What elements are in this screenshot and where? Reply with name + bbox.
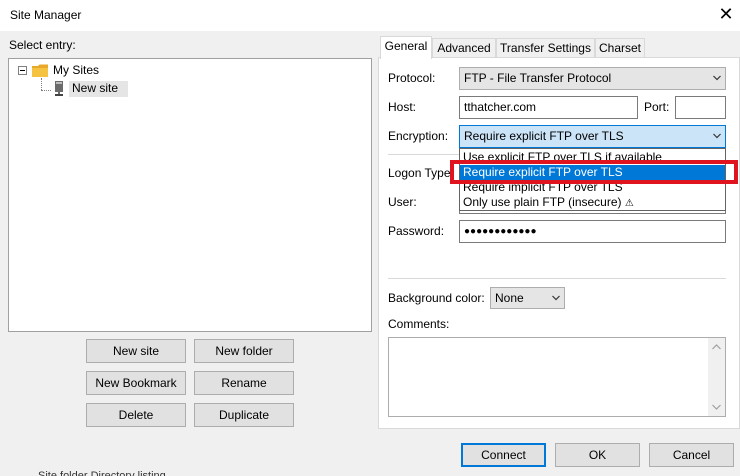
chevron-down-icon [552, 295, 560, 301]
logon-type-label: Logon Type: [388, 166, 454, 180]
chevron-down-icon [713, 75, 721, 81]
folder-icon [32, 64, 48, 77]
divider [388, 278, 726, 279]
duplicate-button[interactable]: Duplicate [194, 403, 294, 427]
ok-button[interactable]: OK [555, 443, 640, 467]
plain-ftp-label: Only use plain FTP (insecure) [463, 195, 622, 209]
site-tree[interactable]: My Sites New site [8, 58, 372, 332]
delete-button[interactable]: Delete [86, 403, 186, 427]
collapse-icon[interactable] [18, 66, 27, 75]
encryption-option-plain-ftp[interactable]: Only use plain FTP (insecure) ⚠ [460, 195, 725, 210]
comments-label: Comments: [388, 317, 450, 331]
select-entry-label: Select entry: [9, 38, 76, 52]
warning-icon: ⚠ [624, 198, 634, 209]
title-bar: Site Manager ✕ [0, 0, 740, 31]
password-input[interactable]: ●●●●●●●●●●●● [459, 220, 726, 243]
port-input[interactable] [675, 96, 726, 119]
encryption-value: Require explicit FTP over TLS [464, 129, 624, 143]
cancel-button[interactable]: Cancel [649, 443, 734, 467]
host-label: Host: [388, 100, 417, 114]
new-bookmark-button[interactable]: New Bookmark [86, 371, 186, 395]
site-manager-window: Site Manager ✕ Select entry: My Sites Ne… [0, 0, 740, 476]
new-folder-button[interactable]: New folder [194, 339, 294, 363]
tab-general[interactable]: General [380, 36, 432, 59]
encryption-select[interactable]: Require explicit FTP over TLS [459, 125, 726, 148]
background-color-label: Background color: [388, 291, 485, 305]
port-label: Port: [644, 100, 670, 114]
background-window-text: Site folder Directory listing [38, 470, 166, 476]
user-label: User: [388, 195, 417, 209]
protocol-select[interactable]: FTP - File Transfer Protocol [459, 67, 726, 90]
host-input[interactable]: tthatcher.com [459, 96, 638, 119]
server-icon [55, 81, 63, 96]
highlight-annotation [450, 160, 738, 184]
scroll-up-icon[interactable] [712, 344, 721, 350]
encryption-label: Encryption: [388, 129, 449, 143]
protocol-label: Protocol: [388, 71, 436, 85]
tab-charset[interactable]: Charset [595, 38, 645, 58]
background-color-select[interactable]: None [490, 287, 565, 309]
chevron-down-icon [713, 133, 721, 139]
tree-connector [41, 78, 42, 90]
scroll-down-icon[interactable] [712, 404, 721, 410]
new-site-button[interactable]: New site [86, 339, 186, 363]
tree-item-my-sites[interactable]: My Sites [53, 63, 99, 77]
tree-item-new-site[interactable]: New site [72, 81, 118, 95]
connect-button[interactable]: Connect [461, 443, 546, 467]
rename-button[interactable]: Rename [194, 371, 294, 395]
window-title: Site Manager [10, 8, 82, 22]
close-icon[interactable]: ✕ [712, 3, 740, 27]
comments-scrollbar[interactable] [708, 338, 725, 416]
protocol-value: FTP - File Transfer Protocol [464, 71, 612, 85]
tab-advanced[interactable]: Advanced [432, 38, 496, 58]
comments-textarea[interactable] [388, 337, 726, 417]
tab-transfer-settings[interactable]: Transfer Settings [496, 38, 595, 58]
password-label: Password: [388, 224, 445, 238]
tree-connector [41, 90, 51, 91]
background-color-value: None [495, 291, 524, 305]
